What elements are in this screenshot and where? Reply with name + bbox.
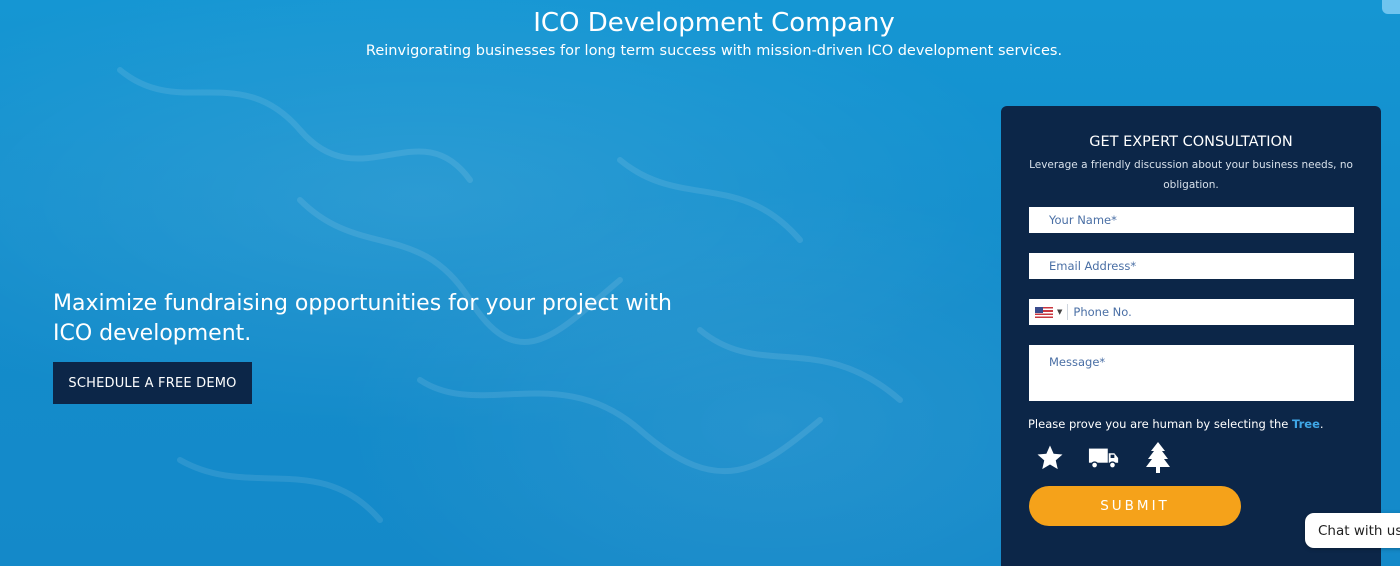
captcha-prompt: Please prove you are human by selecting … [1028,417,1324,431]
captcha-target: Tree [1292,417,1320,431]
page-subtitle: Reinvigorating businesses for long term … [365,43,1063,59]
captcha-options [1034,442,1174,474]
email-input[interactable]: Email Address* [1029,253,1354,279]
page-header: ICO Development Company Reinvigorating b… [0,6,1400,62]
form-subtitle: Leverage a friendly discussion about you… [1029,159,1353,191]
form-title: GET EXPERT CONSULTATION [1089,134,1293,150]
page-title: ICO Development Company [533,8,895,38]
submit-button[interactable]: SUBMIT [1029,486,1241,526]
schedule-demo-button[interactable]: SCHEDULE A FREE DEMO [53,362,252,404]
us-flag-icon[interactable] [1035,306,1053,318]
tree-icon[interactable] [1142,442,1174,474]
message-textarea[interactable]: Message* [1029,345,1354,401]
phone-placeholder: Phone No. [1073,305,1132,319]
phone-divider [1067,304,1069,320]
truck-icon[interactable] [1088,442,1120,474]
captcha-prompt-text: Please prove you are human by selecting … [1028,417,1293,431]
hero-headline: Maximize fundraising opportunities for y… [53,291,672,346]
name-input[interactable]: Your Name* [1029,207,1354,233]
phone-input[interactable]: ▼ Phone No. [1029,299,1354,325]
star-icon[interactable] [1034,442,1066,474]
captcha-period: . [1319,417,1324,431]
chevron-down-icon[interactable]: ▼ [1057,308,1062,316]
consultation-form: GET EXPERT CONSULTATION Leverage a frien… [1001,106,1381,566]
chat-widget-button[interactable]: Chat with us [1305,513,1400,548]
